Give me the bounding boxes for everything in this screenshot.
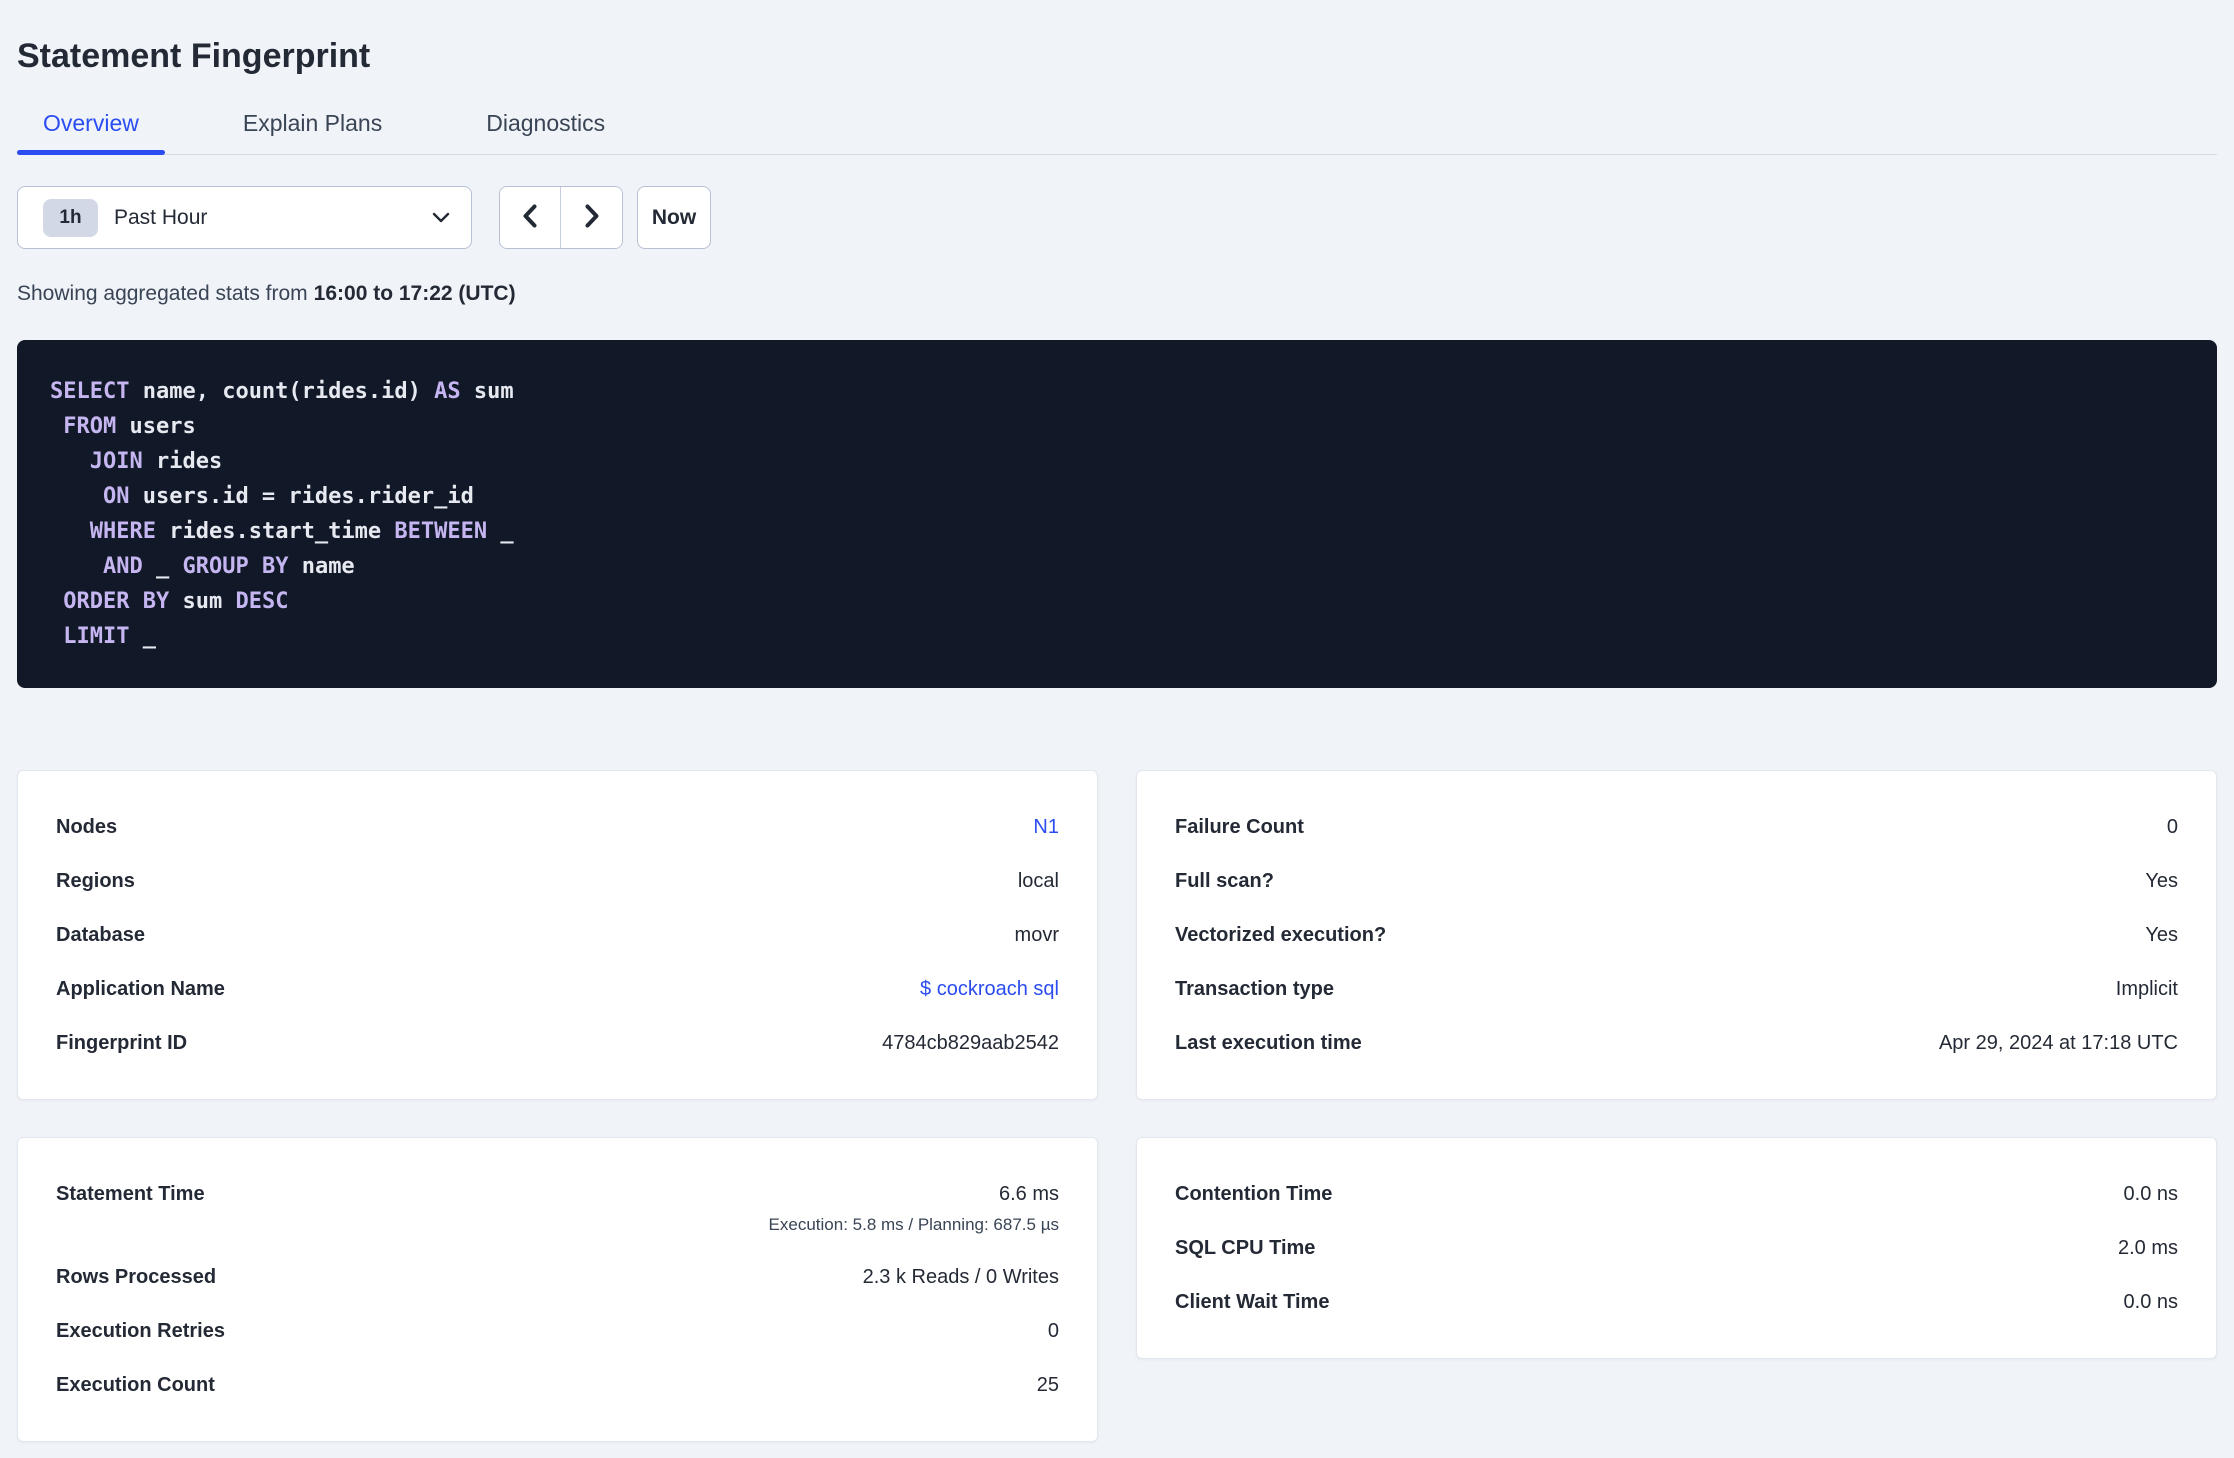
tab-overview[interactable]: Overview xyxy=(17,98,165,155)
sql-line: FROM users xyxy=(63,414,196,439)
stat-row: Statement Time 6.6 ms Execution: 5.8 ms / … xyxy=(56,1180,1059,1237)
stat-value: Yes xyxy=(2145,924,2178,946)
stat-row: Client Wait Time 0.0 ns xyxy=(1175,1288,2178,1316)
stat-row: Rows Processed 2.3 k Reads / 0 Writes xyxy=(56,1263,1059,1291)
stat-label: SQL CPU Time xyxy=(1175,1237,1316,1259)
card-execution-details: Failure Count 0 Full scan? Yes Vectorized ex… xyxy=(1136,770,2217,1100)
stat-row: Full scan? Yes xyxy=(1175,867,2178,895)
stat-row: Contention Time 0.0 ns xyxy=(1175,1180,2178,1208)
time-range-badge: 1h xyxy=(43,198,98,237)
card-statement-details: Nodes N1 Regions local Database movr Applicati… xyxy=(17,770,1098,1100)
sql-line: AND _ GROUP BY name xyxy=(102,554,355,579)
time-range-select[interactable]: 1h Past Hour xyxy=(17,186,472,249)
next-range-button[interactable] xyxy=(561,187,622,248)
stats-caption-prefix: Showing aggregated stats from xyxy=(17,282,308,305)
stat-value: local xyxy=(1017,870,1059,892)
stat-row: Last execution time Apr 29, 2024 at 17:18… xyxy=(1175,1029,2178,1057)
stat-row: Database movr xyxy=(56,921,1059,949)
statement-fingerprint-page: Statement Fingerprint Overview Explain P… xyxy=(0,0,2234,1442)
stat-value: movr xyxy=(1014,924,1059,946)
card-wait-time-stats: Contention Time 0.0 ns SQL CPU Time 2.0 ms C… xyxy=(1136,1137,2217,1359)
stat-row: SQL CPU Time 2.0 ms xyxy=(1175,1234,2178,1262)
overview-cards-row: Nodes N1 Regions local Database movr Applicati… xyxy=(17,770,2217,1100)
stat-row: Transaction type Implicit xyxy=(1175,975,2178,1003)
stat-label: Execution Count xyxy=(56,1374,215,1396)
tab-bar: Overview Explain Plans Diagnostics xyxy=(17,98,2217,155)
stat-row: Failure Count 0 xyxy=(1175,813,2178,841)
stat-label: Regions xyxy=(56,870,135,892)
stat-row: Vectorized execution? Yes xyxy=(1175,921,2178,949)
stat-label: Failure Count xyxy=(1175,816,1304,838)
stat-label: Nodes xyxy=(56,816,118,838)
stat-value: Yes xyxy=(2145,870,2178,892)
sql-line: SELECT name, count(rides.id) AS sum xyxy=(50,379,514,404)
sql-line: LIMIT _ xyxy=(63,624,156,649)
stat-value: 2.3 k Reads / 0 Writes xyxy=(862,1266,1059,1288)
tab-diagnostics[interactable]: Diagnostics xyxy=(460,98,631,154)
stat-label: Client Wait Time xyxy=(1175,1291,1330,1313)
stat-label: Rows Processed xyxy=(56,1266,217,1288)
stat-label: Full scan? xyxy=(1175,870,1274,892)
stat-value-link[interactable]: N1 xyxy=(1033,816,1059,838)
stat-row: Fingerprint ID 4784cb829aab2542 xyxy=(56,1029,1059,1057)
stat-value: 6.6 ms xyxy=(998,1183,1059,1205)
stat-label: Application Name xyxy=(56,978,225,1000)
prev-range-button[interactable] xyxy=(500,187,561,248)
stat-row: Execution Retries 0 xyxy=(56,1317,1059,1345)
tab-explain-plans[interactable]: Explain Plans xyxy=(217,98,408,154)
stat-value: 25 xyxy=(1036,1374,1059,1396)
stat-label: Vectorized execution? xyxy=(1175,924,1387,946)
stats-caption-range: 16:00 to 17:22 (UTC) xyxy=(313,282,516,305)
time-range-label: Past Hour xyxy=(114,205,208,229)
stat-value: 0.0 ns xyxy=(2123,1183,2178,1205)
sql-line: ON users.id = rides.rider_id xyxy=(102,484,474,509)
stat-value: 0 xyxy=(2166,816,2178,838)
card-statement-time-stats: Statement Time 6.6 ms Execution: 5.8 ms / … xyxy=(17,1137,1098,1442)
range-pager xyxy=(499,186,623,249)
stat-value: Implicit xyxy=(2115,978,2178,1000)
stat-label: Statement Time xyxy=(56,1183,205,1205)
stat-value: 0.0 ns xyxy=(2123,1291,2178,1313)
stat-value-link[interactable]: $ cockroach sql xyxy=(920,978,1059,1000)
stat-row: Execution Count 25 xyxy=(56,1371,1059,1399)
stat-label: Contention Time xyxy=(1175,1183,1333,1205)
chevron-down-icon xyxy=(432,212,450,223)
stat-label: Fingerprint ID xyxy=(56,1032,188,1054)
stats-caption: Showing aggregated stats from 16:00 to 17… xyxy=(17,279,2217,308)
sql-line: JOIN rides xyxy=(89,449,223,474)
stat-value: 4784cb829aab2542 xyxy=(882,1032,1059,1054)
sql-statement-box: SELECT name, count(rides.id) AS sum FROM… xyxy=(17,340,2217,688)
page-title: Statement Fingerprint xyxy=(17,37,371,75)
stat-value: Apr 29, 2024 at 17:18 UTC xyxy=(1938,1032,2178,1054)
stat-subvalue: Execution: 5.8 ms / Planning: 687.5 µs xyxy=(768,1215,1059,1234)
chevron-right-icon xyxy=(582,203,602,232)
sql-code: SELECT name, count(rides.id) AS sum FROM… xyxy=(50,374,2184,654)
sql-line: ORDER BY sum DESC xyxy=(63,589,289,614)
stat-label: Database xyxy=(56,924,145,946)
stat-label: Last execution time xyxy=(1175,1032,1362,1054)
stat-value: 2.0 ms xyxy=(2117,1237,2178,1259)
stat-label: Execution Retries xyxy=(56,1320,225,1342)
time-controls: 1h Past Hour Now xyxy=(17,186,2217,249)
sql-line: WHERE rides.start_time BETWEEN _ xyxy=(89,519,514,544)
timing-cards-row: Statement Time 6.6 ms Execution: 5.8 ms / … xyxy=(17,1137,2217,1442)
stat-row: Regions local xyxy=(56,867,1059,895)
stat-row: Application Name $ cockroach sql xyxy=(56,975,1059,1003)
stat-row: Nodes N1 xyxy=(56,813,1059,841)
stat-label: Transaction type xyxy=(1175,978,1334,1000)
chevron-left-icon xyxy=(520,203,540,232)
now-button[interactable]: Now xyxy=(637,186,711,249)
stat-value: 0 xyxy=(1047,1320,1059,1342)
